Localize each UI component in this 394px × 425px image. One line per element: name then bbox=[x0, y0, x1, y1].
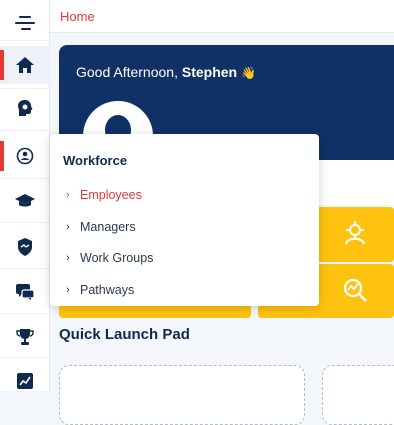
chevron-right-icon: › bbox=[66, 221, 70, 233]
sidebar-item-compliance[interactable] bbox=[0, 228, 50, 266]
sidebar-item-achievements[interactable] bbox=[0, 318, 50, 356]
greeting-label: Good Afternoon, bbox=[76, 64, 182, 80]
sidebar-item-settings[interactable] bbox=[0, 89, 50, 127]
home-icon bbox=[16, 57, 34, 73]
search-analytics-icon bbox=[343, 278, 367, 302]
user-name: Stephen bbox=[181, 64, 238, 80]
shield-handshake-icon bbox=[18, 238, 32, 256]
sidebar-item-workforce[interactable] bbox=[0, 137, 50, 175]
workforce-icon bbox=[16, 147, 34, 165]
analytics-icon bbox=[17, 373, 33, 389]
sidebar-item-home[interactable] bbox=[0, 46, 50, 84]
sidebar-item-analytics[interactable] bbox=[0, 362, 50, 400]
chevron-right-icon: › bbox=[66, 252, 70, 264]
graduation-cap-icon bbox=[15, 194, 35, 207]
top-bar: Home bbox=[50, 0, 394, 33]
menu-toggle-icon bbox=[15, 16, 35, 30]
wave-emoji: 👋 bbox=[240, 66, 256, 80]
menu-item-label: Work Groups bbox=[80, 251, 154, 265]
menu-item-label: Employees bbox=[80, 188, 142, 202]
menu-item-label: Pathways bbox=[80, 283, 135, 297]
trophy-icon bbox=[16, 329, 34, 345]
quick-launch-card-1[interactable] bbox=[59, 365, 305, 425]
menu-item-managers[interactable]: › Managers bbox=[66, 217, 136, 237]
sidebar-item-messages[interactable] bbox=[0, 273, 50, 311]
team-settings-icon bbox=[345, 221, 365, 245]
chevron-right-icon: › bbox=[66, 189, 70, 201]
menu-item-employees[interactable]: › Employees bbox=[66, 185, 142, 205]
menu-item-pathways[interactable]: › Pathways bbox=[66, 280, 134, 300]
quick-launch-card-2[interactable] bbox=[322, 365, 394, 425]
breadcrumb-home[interactable]: Home bbox=[60, 9, 95, 24]
sidebar-item-learning[interactable] bbox=[0, 182, 50, 220]
sidebar bbox=[0, 0, 50, 391]
menu-item-label: Managers bbox=[80, 220, 136, 234]
flyout-title: Workforce bbox=[63, 153, 128, 168]
chevron-right-icon: › bbox=[66, 284, 70, 296]
workforce-flyout-menu: Workforce › Employees › Managers › Work … bbox=[50, 134, 319, 306]
menu-item-work-groups[interactable]: › Work Groups bbox=[66, 248, 153, 268]
settings-head-icon bbox=[18, 100, 33, 116]
quick-launch-title: Quick Launch Pad bbox=[59, 326, 190, 343]
menu-toggle-button[interactable] bbox=[0, 4, 50, 42]
chat-icon bbox=[16, 284, 35, 300]
greeting-text: Good Afternoon, Stephen 👋 bbox=[76, 64, 256, 80]
